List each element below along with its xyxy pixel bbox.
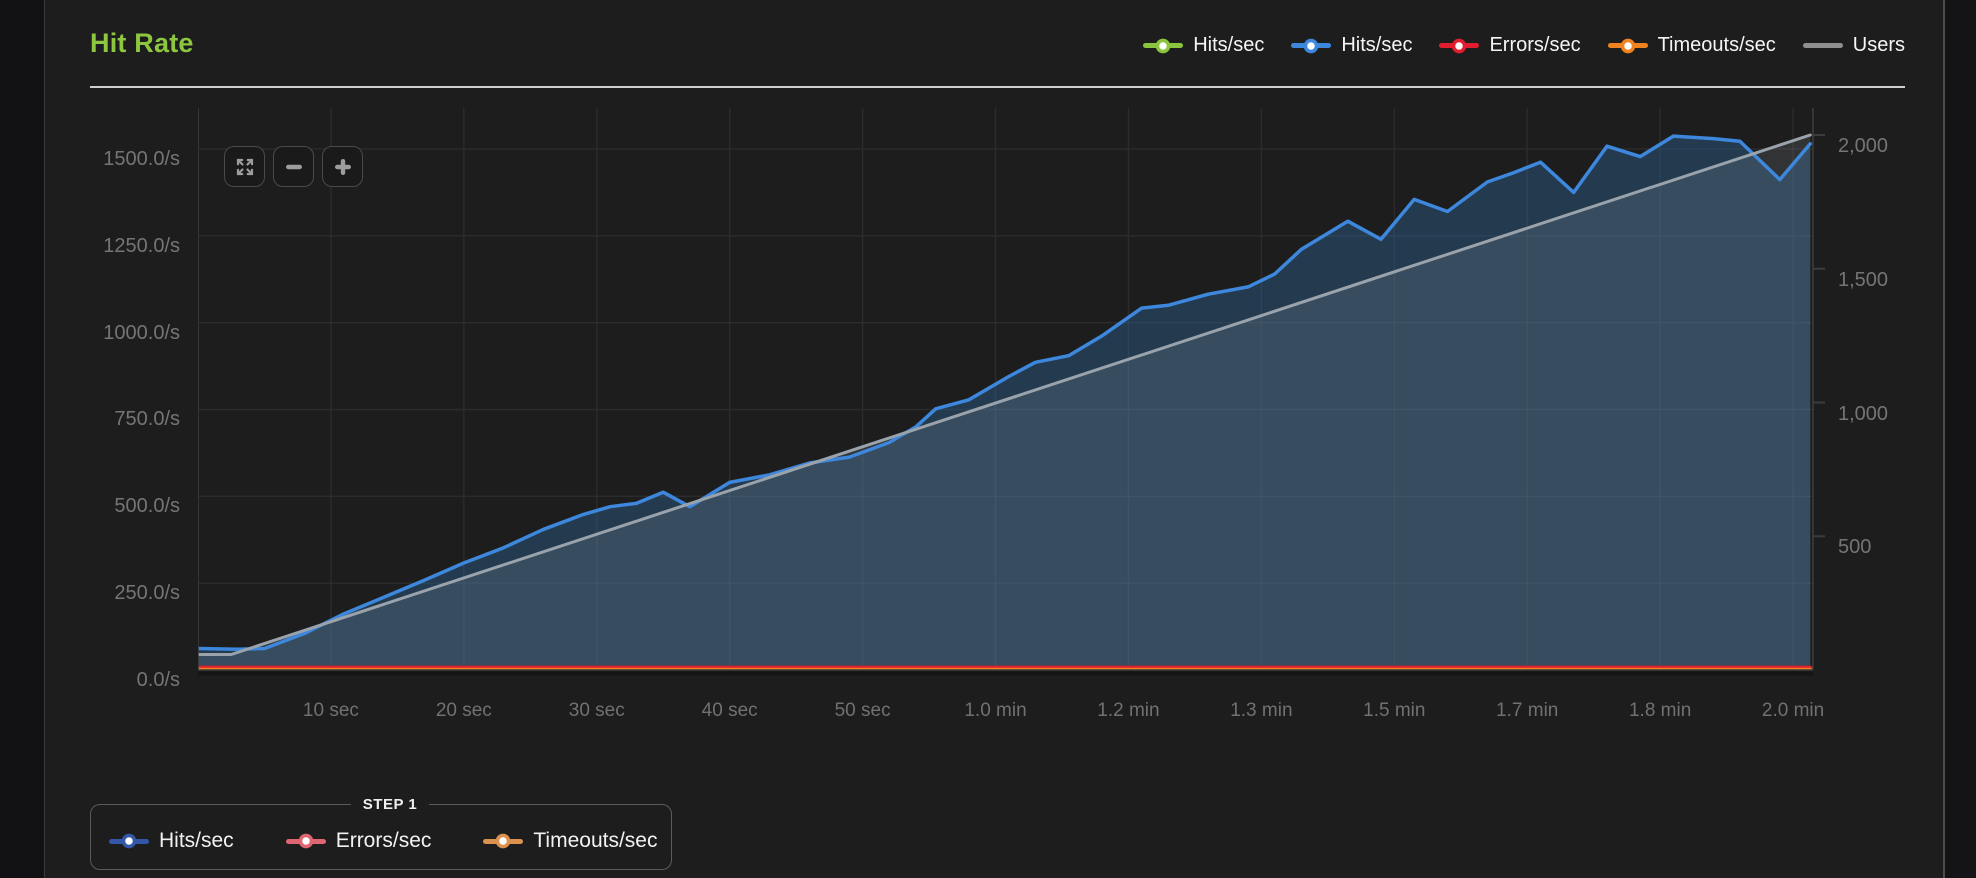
axis-tick-label: 30 sec <box>527 699 667 723</box>
header-divider <box>90 86 1905 88</box>
legend-marker-icon <box>1608 43 1648 48</box>
zoom-out-button[interactable] <box>273 146 314 187</box>
chart-legend: Hits/sec Hits/sec Errors/sec Timeouts/sec Us… <box>1143 34 1905 57</box>
axis-tick-label: 1.8 min <box>1590 699 1730 723</box>
plus-icon <box>333 157 353 177</box>
legend-marker-icon <box>1143 43 1183 48</box>
zoom-in-button[interactable] <box>322 146 363 187</box>
legend-item-label: Errors/sec <box>336 829 432 853</box>
axis-tick-label: 1.5 min <box>1324 699 1464 723</box>
axis-tick-label: 1,000 <box>1838 402 1888 426</box>
legend-item-timeouts-sec[interactable]: Timeouts/sec <box>1608 34 1776 57</box>
axis-tick-label: 1,500 <box>1838 268 1888 292</box>
axis-tick-label: 1250.0/s <box>60 234 180 258</box>
legend-item-label: Hits/sec <box>159 829 234 853</box>
axis-tick-label: 0.0/s <box>60 668 180 692</box>
reset-zoom-button[interactable] <box>224 146 265 187</box>
axis-tick-label: 750.0/s <box>60 407 180 431</box>
axis-tick-label: 1.7 min <box>1457 699 1597 723</box>
legend-marker-icon <box>109 839 149 844</box>
legend-item-hits-sec[interactable]: Hits/sec <box>1143 34 1264 57</box>
chart-toolbar <box>224 146 363 187</box>
axis-tick-label: 1500.0/s <box>60 147 180 171</box>
x-axis-shadow <box>198 672 1813 676</box>
legend-item-errors-sec[interactable]: Errors/sec <box>1439 34 1580 57</box>
legend-marker-icon <box>1291 43 1331 48</box>
axis-tick-label: 10 sec <box>261 699 401 723</box>
axis-tick-label: 2,000 <box>1838 134 1888 158</box>
right-scroll-gutter[interactable] <box>1943 0 1976 878</box>
legend-item-errors-sec[interactable]: Errors/sec <box>286 829 432 853</box>
axis-tick-label: 1000.0/s <box>60 321 180 345</box>
axis-tick-label: 250.0/s <box>60 581 180 605</box>
page-title: Hit Rate <box>90 28 194 59</box>
legend-item-timeouts-sec[interactable]: Timeouts/sec <box>483 829 657 853</box>
legend-item-hits-sec[interactable]: Hits/sec <box>109 829 234 853</box>
legend-item-label: Timeouts/sec <box>1658 34 1776 57</box>
legend-item-label: Users <box>1853 34 1905 57</box>
axis-tick-label: 50 sec <box>793 699 933 723</box>
legend-item-label: Hits/sec <box>1341 34 1412 57</box>
axis-tick-label: 500.0/s <box>60 494 180 518</box>
legend-marker-icon <box>286 839 326 844</box>
legend-item-hits-sec[interactable]: Hits/sec <box>1291 34 1412 57</box>
legend-marker-icon <box>1803 43 1843 48</box>
expand-icon <box>235 157 255 177</box>
hit-rate-chart[interactable] <box>198 108 1828 683</box>
legend-item-label: Timeouts/sec <box>533 829 657 853</box>
axis-tick-label: 20 sec <box>394 699 534 723</box>
legend-item-label: Hits/sec <box>1193 34 1264 57</box>
axis-tick-label: 2.0 min <box>1723 699 1863 723</box>
axis-tick-label: 500 <box>1838 535 1871 559</box>
axis-tick-label: 1.3 min <box>1191 699 1331 723</box>
legend-marker-icon <box>1439 43 1479 48</box>
legend-marker-icon <box>483 839 523 844</box>
legend-item-users[interactable]: Users <box>1803 34 1905 57</box>
left-panel-edge <box>0 0 45 878</box>
step-1-legend-box: STEP 1 Hits/sec Errors/sec Timeouts/sec <box>90 796 672 870</box>
minus-icon <box>284 157 304 177</box>
step-label: STEP 1 <box>351 796 429 813</box>
legend-item-label: Errors/sec <box>1489 34 1580 57</box>
hit-rate-dashboard: Hit Rate Hits/sec Hits/sec Errors/sec Timeo… <box>0 0 1976 878</box>
axis-tick-label: 40 sec <box>660 699 800 723</box>
axis-tick-label: 1.0 min <box>926 699 1066 723</box>
axis-tick-label: 1.2 min <box>1058 699 1198 723</box>
